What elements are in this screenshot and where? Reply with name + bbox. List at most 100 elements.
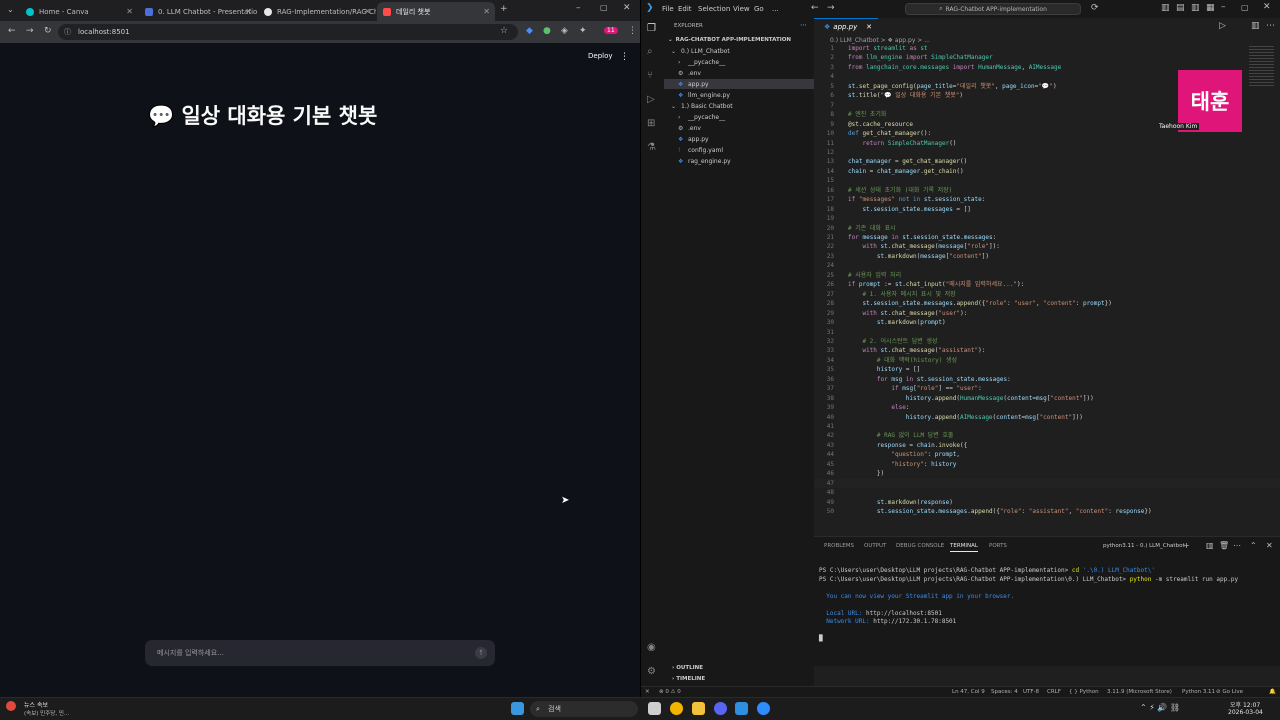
code-line[interactable]: 11 return SimpleChatManager() (814, 139, 1280, 148)
code-line[interactable]: 1 import streamlit as st (814, 44, 1280, 53)
explorer-icon[interactable]: ❐ (647, 23, 656, 34)
tab-terminal[interactable]: TERMINAL (950, 543, 978, 552)
tray-icons[interactable]: ⌃ ⚡ 🔊 ⛓ (1140, 703, 1180, 712)
copilot-icon[interactable]: ⟳ (1091, 3, 1099, 13)
extension-icon[interactable]: ● (543, 26, 551, 36)
code-line[interactable]: 25 # 사용자 입력 처리 (814, 271, 1280, 280)
tree-item[interactable]: ⚙ .env (664, 68, 814, 78)
code-line[interactable]: 44 "question": prompt, (814, 450, 1280, 459)
minimize-icon[interactable]: – (1221, 2, 1226, 12)
bookmark-star-icon[interactable]: ☆ (500, 26, 508, 36)
close-tab-icon[interactable]: ✕ (364, 7, 371, 16)
code-line[interactable]: 36 for msg in st.session_state.messages: (814, 375, 1280, 384)
terminal-instance-label[interactable]: python3.11 - 0.) LLM_Chatbot (1103, 543, 1185, 549)
tab-ports[interactable]: PORTS (989, 543, 1007, 549)
code-line[interactable]: 49 st.markdown(response) (814, 498, 1280, 507)
outline-section[interactable]: › OUTLINE (664, 665, 814, 671)
settings-gear-icon[interactable]: ⚙ (647, 666, 656, 677)
tree-item[interactable]: ⌄ 0.) LLM_Chatbot (664, 46, 814, 56)
tree-item[interactable]: ❖ app.py (664, 79, 814, 89)
code-line[interactable]: 14 chain = chat_manager.get_chain() (814, 167, 1280, 176)
new-tab-icon[interactable]: + (500, 4, 508, 14)
go-live[interactable]: ⊘ Go Live (1216, 689, 1243, 695)
language-mode[interactable]: { } Python (1069, 689, 1099, 695)
nav-forward-icon[interactable]: → (827, 3, 835, 13)
minimap[interactable] (1249, 46, 1274, 86)
code-line[interactable]: 50 st.session_state.messages.append({"ro… (814, 507, 1280, 516)
code-line[interactable]: 42 # RAG 없이 LLM 답변 호출 (814, 431, 1280, 440)
code-line[interactable]: 24 (814, 261, 1280, 270)
run-python-icon[interactable]: ▷ (1219, 21, 1226, 31)
code-line[interactable]: 26 if prompt := st.chat_input("메시지를 입력하세요… (814, 280, 1280, 289)
explorer-root[interactable]: ⌄ RAG-CHATBOT APP-IMPLEMENTATION (664, 35, 814, 45)
vscode-taskbar-icon[interactable] (735, 702, 748, 715)
task-view-icon[interactable] (648, 702, 661, 715)
tree-item[interactable]: ❖ rag_engine.py (664, 156, 814, 166)
tree-item[interactable]: › __pycache__ (664, 112, 814, 122)
menu-selection[interactable]: Selection (698, 5, 730, 13)
layout-secondary-icon[interactable]: ▥ (1191, 3, 1200, 13)
maximize-panel-icon[interactable]: ⌃ (1250, 541, 1257, 550)
code-line[interactable]: 18 st.session_state.messages = [] (814, 205, 1280, 214)
back-icon[interactable]: ← (8, 26, 16, 36)
close-window-icon[interactable]: ✕ (623, 3, 631, 13)
menu-view[interactable]: View (733, 5, 750, 13)
more-actions-icon[interactable]: ⋯ (1233, 541, 1241, 550)
file-explorer-icon[interactable] (692, 702, 705, 715)
close-tab-icon[interactable]: ✕ (866, 23, 872, 31)
code-line[interactable]: 46 }) (814, 469, 1280, 478)
reload-icon[interactable]: ↻ (44, 26, 52, 36)
code-line[interactable]: 17 if "messages" not in st.session_state: (814, 195, 1280, 204)
search-icon[interactable]: ⌕ (647, 46, 653, 57)
tree-item[interactable]: ⌄ 1.) Basic Chatbot (664, 101, 814, 111)
code-line[interactable]: 45 "history": history (814, 460, 1280, 469)
code-line[interactable]: 34 # 대화 맥락(history) 생성 (814, 356, 1280, 365)
news-subtitle[interactable]: (속보) 민주당, 민... (24, 709, 69, 717)
forward-icon[interactable]: → (26, 26, 34, 36)
new-terminal-icon[interactable]: + (1183, 541, 1190, 550)
site-info-icon[interactable]: ⓘ (64, 27, 71, 37)
remote-icon[interactable]: ✕ (645, 689, 650, 695)
close-tab-icon[interactable]: ✕ (245, 7, 252, 16)
close-window-icon[interactable]: ✕ (1263, 2, 1271, 12)
layout-sidebar-icon[interactable]: ▥ (1161, 3, 1170, 13)
code-line[interactable]: 13 chat_manager = get_chat_manager() (814, 157, 1280, 166)
windows-start-icon[interactable] (511, 702, 524, 715)
source-control-icon[interactable]: ⑂ (647, 70, 653, 81)
code-line[interactable]: 48 (814, 488, 1280, 497)
tab-menu-icon[interactable]: ⌄ (7, 5, 14, 14)
account-icon[interactable]: ◉ (647, 642, 656, 653)
problems-status[interactable]: ⊗ 0 ⚠ 0 (659, 689, 681, 695)
profile-badge[interactable]: 11 (604, 27, 618, 34)
streamlit-menu-icon[interactable]: ⋮ (620, 52, 629, 62)
code-line[interactable]: 37 if msg["role"] == "user": (814, 384, 1280, 393)
zoom-icon[interactable] (757, 702, 770, 715)
code-line[interactable]: 20 # 기존 대화 표시 (814, 224, 1280, 233)
extensions-puzzle-icon[interactable]: ✦ (579, 26, 587, 36)
breadcrumb[interactable]: 0.) LLM_Chatbot > ❖ app.py > ... (830, 37, 930, 44)
encoding[interactable]: UTF-8 (1023, 689, 1039, 695)
tree-item[interactable]: › __pycache__ (664, 57, 814, 67)
command-center-search[interactable]: ⌕ RAG-Chatbot APP-implementation (905, 3, 1081, 15)
extension-icon[interactable]: ◆ (526, 26, 533, 36)
code-line[interactable]: 27 # 1. 사용자 메시지 표시 및 저장 (814, 290, 1280, 299)
deploy-button[interactable]: Deploy (588, 52, 613, 60)
code-line[interactable]: 41 (814, 422, 1280, 431)
menu-more[interactable]: ... (772, 5, 779, 13)
tree-item[interactable]: ! config.yaml (664, 145, 814, 155)
layout-panel-icon[interactable]: ▤ (1176, 3, 1185, 13)
tab-daily-chatbot[interactable]: 데일리 챗봇 ✕ (377, 2, 495, 21)
code-line[interactable]: 35 history = [] (814, 365, 1280, 374)
code-line[interactable]: 28 st.session_state.messages.append({"ro… (814, 299, 1280, 308)
tree-item[interactable]: ❖ app.py (664, 134, 814, 144)
tree-item[interactable]: ⚙ .env (664, 123, 814, 133)
maximize-icon[interactable]: ▢ (600, 3, 608, 12)
close-panel-icon[interactable]: ✕ (1266, 541, 1273, 550)
menu-go[interactable]: Go (754, 5, 764, 13)
tab-output[interactable]: OUTPUT (864, 543, 886, 549)
more-actions-icon[interactable]: ⋯ (800, 21, 807, 29)
code-line[interactable]: 33 with st.chat_message("assistant"): (814, 346, 1280, 355)
code-line[interactable]: 12 (814, 148, 1280, 157)
tab-presentation[interactable]: 0. LLM Chatbot - Presentation ✕ (139, 2, 257, 21)
code-line[interactable]: 22 with st.chat_message(message["role"])… (814, 242, 1280, 251)
